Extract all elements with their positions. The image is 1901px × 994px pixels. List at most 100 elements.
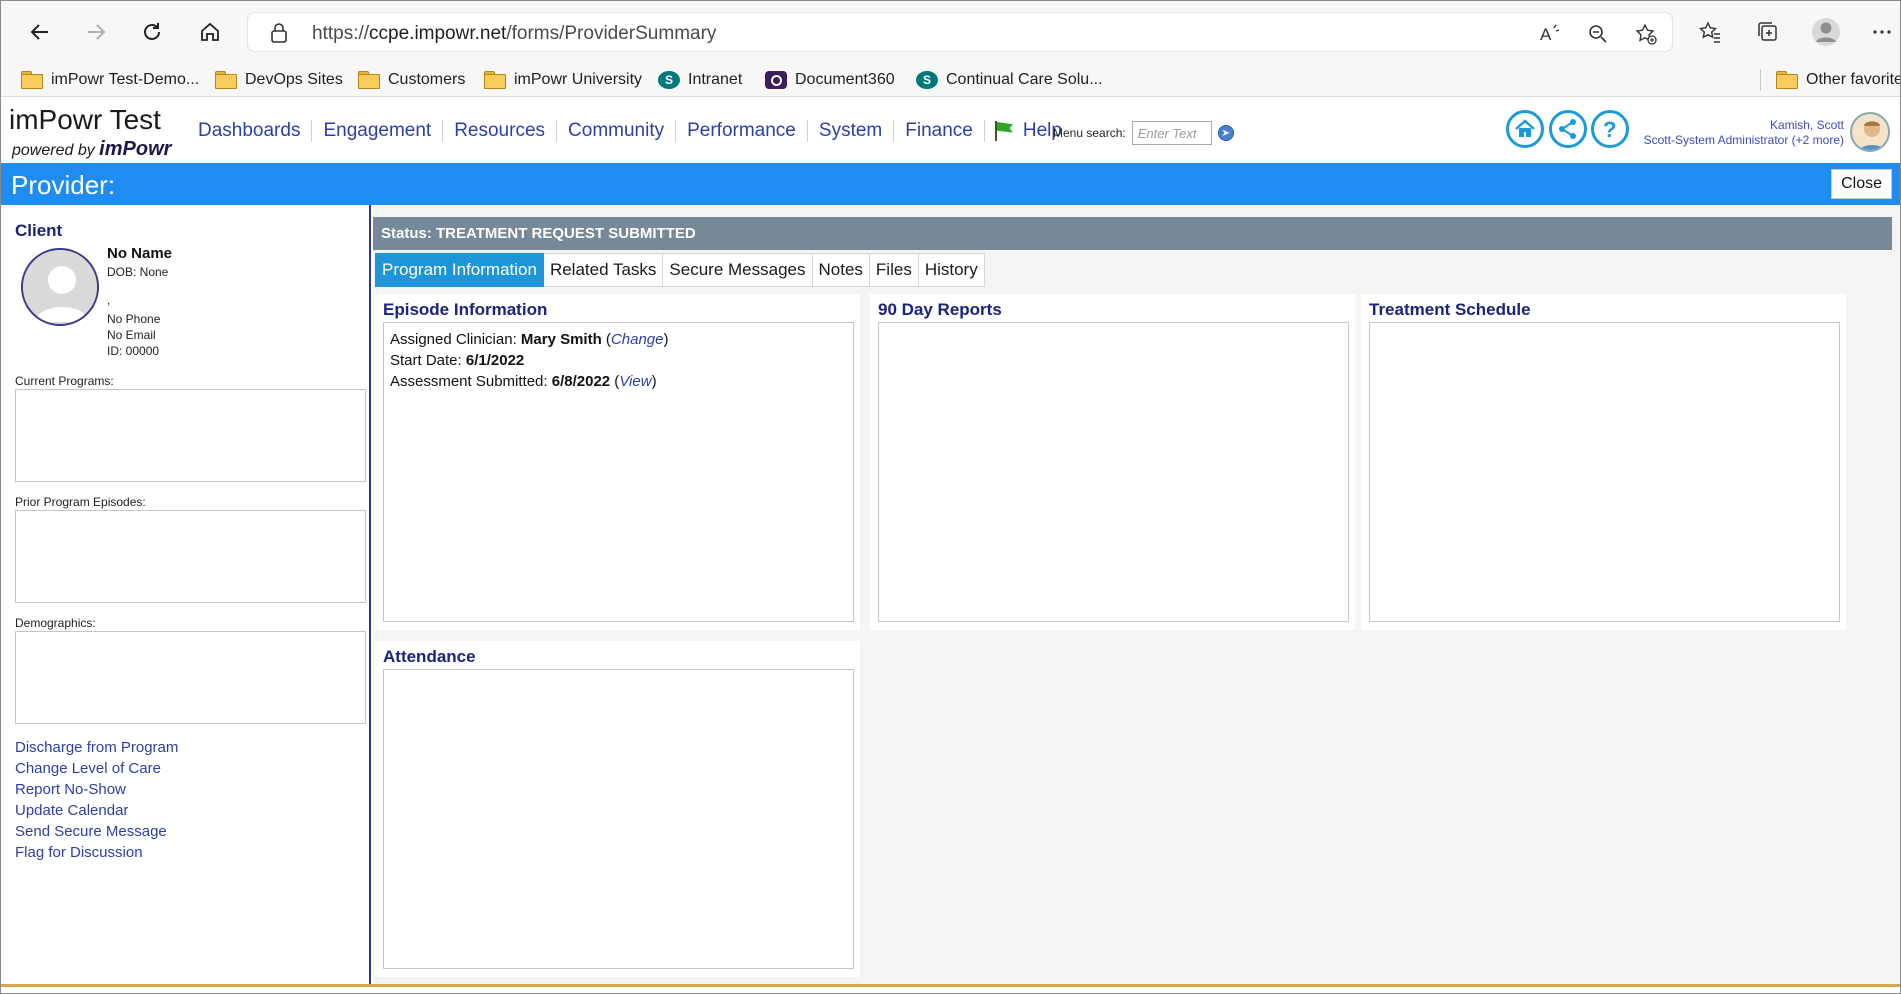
bookmark-label: imPowr University: [514, 71, 643, 88]
update-calendar-link[interactable]: Update Calendar: [15, 802, 128, 819]
flag-for-discussion-link[interactable]: Flag for Discussion: [15, 844, 143, 861]
user-role[interactable]: Scott-System Administrator (+2 more): [1644, 133, 1844, 147]
zoom-out-icon[interactable]: [1586, 22, 1610, 46]
user-avatar-icon: [1858, 121, 1886, 150]
url-text: https://ccpe.impowr.net/forms/ProviderSu…: [312, 23, 717, 44]
nav-finance[interactable]: Finance: [894, 120, 985, 142]
prior-episodes-label: Prior Program Episodes:: [15, 495, 146, 509]
main-nav: Dashboards Engagement Resources Communit…: [187, 120, 1073, 142]
folder-icon: [215, 71, 237, 89]
nav-engagement[interactable]: Engagement: [312, 120, 444, 142]
client-panel: Client No Name DOB: None , No Phone No E…: [1, 205, 371, 985]
main-content: Status: TREATMENT REQUEST SUBMITTED Prog…: [373, 205, 1900, 985]
bottom-border: [1, 984, 1900, 987]
favorites-icon: [1698, 21, 1720, 43]
client-name: No Name: [107, 245, 173, 262]
bookmark-document360[interactable]: Document360: [765, 67, 895, 93]
browser-window: https://ccpe.impowr.net/forms/ProviderSu…: [0, 0, 1901, 994]
forward-button[interactable]: [77, 13, 115, 51]
bookmark-impowr-university[interactable]: imPowr University: [484, 67, 642, 93]
bookmark-devops-sites[interactable]: DevOps Sites: [215, 67, 343, 93]
collections-button[interactable]: [1749, 13, 1787, 51]
client-id: ID: 00000: [107, 344, 160, 358]
provider-bar: Provider: Close: [1, 163, 1900, 205]
share-button[interactable]: [1549, 110, 1587, 148]
treatment-schedule-card: Treatment Schedule: [1361, 294, 1846, 630]
bookmark-label: Document360: [795, 71, 895, 88]
demographics-label: Demographics:: [15, 616, 96, 630]
sharepoint-icon: S: [658, 71, 680, 89]
bookmark-customers[interactable]: Customers: [358, 67, 465, 93]
close-button[interactable]: Close: [1831, 169, 1892, 199]
episode-information-card: Episode Information Assigned Clinician: …: [375, 294, 860, 630]
svg-text:A: A: [1540, 25, 1552, 44]
nav-performance[interactable]: Performance: [676, 120, 808, 142]
status-text: Status: TREATMENT REQUEST SUBMITTED: [381, 225, 696, 242]
episode-information-title: Episode Information: [383, 300, 548, 319]
profile-avatar-icon: [1812, 18, 1840, 46]
folder-icon: [358, 71, 380, 89]
address-bar[interactable]: https://ccpe.impowr.net/forms/ProviderSu…: [247, 12, 1673, 52]
folder-icon: [484, 71, 506, 89]
report-no-show-link[interactable]: Report No-Show: [15, 781, 126, 798]
view-assessment-link[interactable]: View: [619, 373, 651, 390]
page-title: Provider:: [11, 170, 116, 200]
tab-secure-messages[interactable]: Secure Messages: [663, 253, 813, 287]
tab-notes[interactable]: Notes: [812, 253, 870, 287]
favorites-button[interactable]: [1691, 13, 1729, 51]
read-aloud-icon[interactable]: A: [1538, 22, 1562, 46]
back-arrow-icon: [30, 24, 48, 40]
start-date-label: Start Date:: [390, 352, 462, 369]
search-go-icon[interactable]: ➤: [1217, 125, 1234, 141]
ninety-day-reports-title: 90 Day Reports: [878, 300, 1002, 319]
home-button[interactable]: [191, 13, 229, 51]
nav-dashboards[interactable]: Dashboards: [187, 120, 313, 142]
nav-resources[interactable]: Resources: [443, 120, 558, 142]
client-email: No Email: [107, 328, 156, 342]
tab-files[interactable]: Files: [869, 253, 919, 287]
status-bar: Status: TREATMENT REQUEST SUBMITTED: [373, 217, 1892, 250]
bookmark-continual-care[interactable]: S Continual Care Solu...: [916, 67, 1103, 93]
change-level-of-care-link[interactable]: Change Level of Care: [15, 760, 161, 777]
change-clinician-link[interactable]: Change: [611, 331, 664, 348]
bookmark-intranet[interactable]: S Intranet: [658, 67, 742, 93]
episode-information-body: Assigned Clinician: Mary Smith (Change) …: [383, 322, 854, 622]
add-favorite-icon[interactable]: [1634, 22, 1658, 46]
tab-program-information[interactable]: Program Information: [375, 253, 544, 287]
help-button[interactable]: ?: [1591, 110, 1629, 148]
menu-search: Menu search: ➤: [1053, 121, 1234, 145]
attendance-card: Attendance: [375, 641, 860, 977]
folder-icon: [1776, 71, 1798, 89]
lock-icon: [271, 23, 287, 43]
bookmark-other-favorites[interactable]: Other favorites: [1776, 67, 1901, 93]
nav-system[interactable]: System: [808, 120, 895, 142]
menu-search-input[interactable]: [1131, 121, 1212, 145]
discharge-link[interactable]: Discharge from Program: [15, 739, 178, 756]
tab-history[interactable]: History: [918, 253, 985, 287]
assigned-clinician-value: Mary Smith: [520, 331, 602, 348]
user-name[interactable]: Kamish, Scott: [1770, 118, 1844, 132]
profile-button[interactable]: [1807, 13, 1845, 51]
forward-arrow-icon: [88, 24, 106, 40]
back-button[interactable]: [21, 13, 59, 51]
brand-title: imPowr Test: [9, 104, 161, 135]
send-secure-message-link[interactable]: Send Secure Message: [15, 823, 167, 840]
attendance-body: [383, 669, 854, 969]
bookmark-impowr-test-demo[interactable]: imPowr Test-Demo...: [21, 67, 199, 93]
assigned-clinician-label: Assigned Clinician:: [390, 331, 517, 348]
app-header: imPowr Test powered by imPowr Dashboards…: [1, 98, 1900, 163]
client-comma: ,: [107, 293, 111, 307]
start-date-value: 6/1/2022: [465, 352, 525, 369]
nav-community[interactable]: Community: [557, 120, 677, 142]
bookmarks-divider: [1760, 69, 1761, 91]
assigned-clinician-row: Assigned Clinician: Mary Smith (Change): [390, 331, 669, 348]
tab-related-tasks[interactable]: Related Tasks: [543, 253, 664, 287]
more-menu-button[interactable]: [1863, 13, 1900, 51]
refresh-button[interactable]: [133, 13, 171, 51]
bookmark-label: Other favorites: [1806, 71, 1901, 88]
home-nav-button[interactable]: [1506, 110, 1544, 148]
brand-sub-prefix: powered by: [12, 142, 95, 159]
user-avatar[interactable]: [1850, 112, 1890, 152]
client-phone: No Phone: [107, 312, 161, 326]
refresh-icon: [144, 23, 160, 40]
